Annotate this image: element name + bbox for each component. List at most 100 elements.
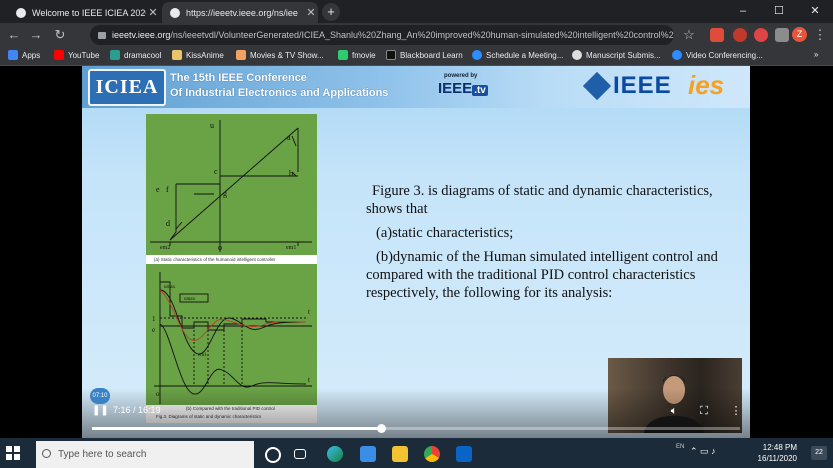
taskbar-search[interactable]: Type here to search xyxy=(36,441,254,468)
file-explorer-icon[interactable] xyxy=(392,446,408,462)
volume-icon[interactable]: 🔈︎ xyxy=(667,404,681,418)
blackboard-icon xyxy=(386,50,396,60)
label-t-bottom: t xyxy=(308,376,310,384)
label-d: d xyxy=(166,219,170,228)
conference-title-line2: Of Industrial Electronics and Applicatio… xyxy=(170,87,389,99)
slide-body-text: Figure 3. is diagrams of static and dyna… xyxy=(366,182,746,302)
dramacool-icon xyxy=(110,50,120,60)
tab-iciea-welcome[interactable]: Welcome to IEEE ICIEA 2020 ✕ xyxy=(8,2,160,23)
label-t-top: t xyxy=(308,308,310,316)
player-controls-overlay xyxy=(82,388,750,438)
pause-icon[interactable]: ❚❚ xyxy=(92,405,109,417)
label-u: u xyxy=(210,121,214,130)
label-em1: em1 xyxy=(286,245,296,251)
bookmark-video-conf[interactable]: Video Conferencing... xyxy=(672,50,763,60)
tv-badge: .tv xyxy=(472,85,488,96)
ieee-wordmark: IEEE xyxy=(613,72,672,99)
bookmark-apps[interactable]: Apps xyxy=(8,50,40,60)
bookmark-label: YouTube xyxy=(68,50,100,60)
bookmark-blackboard[interactable]: Blackboard Learn xyxy=(386,50,463,60)
bookmark-movies[interactable]: Movies & TV Show... xyxy=(236,50,324,60)
back-icon[interactable]: ← xyxy=(6,27,22,43)
arrow-a xyxy=(291,135,297,147)
error-curve xyxy=(159,323,307,395)
cortana-icon[interactable] xyxy=(265,447,281,463)
static-figure-caption: (a) Static characteristics of the humano… xyxy=(146,255,317,264)
label-a: a xyxy=(287,133,291,142)
bookmark-fmovie[interactable]: fmovie xyxy=(338,50,376,60)
ieee-logo: IEEE xyxy=(582,71,672,101)
fmovie-icon xyxy=(338,50,348,60)
time-display: 7:16 / 16:19 xyxy=(113,405,161,415)
address-bar[interactable]: ieeetv.ieee.org/ns/ieeetvdl/VolunteerGen… xyxy=(90,25,674,45)
lock-icon[interactable] xyxy=(98,32,106,39)
system-tray-icons[interactable]: ⌃ ▭ ♪ xyxy=(690,446,716,457)
zoom-icon xyxy=(472,50,482,60)
menu-icon[interactable]: ⋮ xyxy=(812,27,828,43)
bookmark-label: fmovie xyxy=(352,50,376,60)
bookmark-label: Apps xyxy=(22,50,41,60)
bookmark-manuscript[interactable]: Manuscript Submis... xyxy=(572,50,661,60)
fullscreen-icon[interactable]: ⛶ xyxy=(697,404,711,418)
clock-time: 12:48 PM xyxy=(762,443,797,452)
notification-center-icon[interactable]: 22 xyxy=(811,446,827,460)
pdf-extension-icon[interactable] xyxy=(710,28,724,42)
close-window-icon[interactable]: ✕ xyxy=(797,0,833,23)
star-icon[interactable]: ☆ xyxy=(681,27,697,43)
label-e: e xyxy=(156,185,160,194)
more-bookmarks-icon[interactable]: » xyxy=(814,50,818,59)
reload-icon[interactable]: ↻ xyxy=(52,27,68,43)
label-1: 1 xyxy=(152,315,156,323)
zoom-icon xyxy=(672,50,682,60)
bookmark-dramacool[interactable]: dramacool xyxy=(110,50,161,60)
label-umax-box: umax xyxy=(184,297,196,302)
bookmark-label: dramacool xyxy=(124,50,162,60)
seek-preview-time: 07:10 xyxy=(90,388,110,404)
puzzle-icon[interactable] xyxy=(775,28,789,42)
apps-icon xyxy=(8,50,18,60)
tab-ieeetv[interactable]: https://ieeetv.ieee.org/ns/iee ✕ xyxy=(162,2,318,23)
globe-icon xyxy=(170,7,180,18)
taskbar-clock[interactable]: 12:48 PM 16/11/2020 xyxy=(758,442,797,464)
pid-response xyxy=(159,289,307,341)
extension-icon[interactable] xyxy=(733,28,747,42)
maximize-icon[interactable]: ☐ xyxy=(761,0,797,23)
globe-icon xyxy=(16,7,26,18)
ieee-tv-text: IEEE xyxy=(438,80,473,97)
bookmark-kissanime[interactable]: KissAnime xyxy=(172,50,224,60)
language-indicator[interactable]: EN xyxy=(676,444,684,450)
edge-icon[interactable] xyxy=(327,446,343,462)
duration: 16:19 xyxy=(138,405,161,415)
seek-handle[interactable] xyxy=(377,424,386,433)
outlook-icon[interactable] xyxy=(456,446,472,462)
task-view-icon[interactable] xyxy=(294,449,306,459)
ieee-tv-logo: IEEE .tv xyxy=(438,80,488,97)
bookmark-zoom-schedule[interactable]: Schedule a Meeting... xyxy=(472,50,563,60)
kissanime-icon xyxy=(172,50,182,60)
extension-icon[interactable] xyxy=(754,28,768,42)
windows-start-icon[interactable] xyxy=(6,446,20,460)
bookmark-label: Video Conferencing... xyxy=(686,50,763,60)
more-options-icon[interactable]: ⋮ xyxy=(729,404,743,418)
mail-icon[interactable] xyxy=(360,446,376,462)
slide-paragraph-1: Figure 3. is diagrams of static and dyna… xyxy=(366,183,713,217)
tab-title: https://ieeetv.ieee.org/ns/iee xyxy=(186,7,298,18)
bookmark-youtube[interactable]: YouTube xyxy=(54,50,99,60)
ies-logo: ies xyxy=(688,70,725,100)
slide-paragraph-2: (a)static characteristics; xyxy=(376,225,514,241)
dynamic-characteristics-figure: umax umax 1 e t t em1 o xyxy=(146,264,317,405)
close-tab-icon[interactable]: ✕ xyxy=(146,6,160,19)
bookmark-label: Schedule a Meeting... xyxy=(486,50,564,60)
close-tab-icon[interactable]: ✕ xyxy=(304,6,318,19)
address-host: ieeetv.ieee.org xyxy=(112,30,171,40)
label-f: f xyxy=(166,185,169,194)
label-umax: umax xyxy=(164,285,176,290)
new-tab-button[interactable]: + xyxy=(322,3,340,21)
globe-icon xyxy=(572,50,582,60)
profile-avatar[interactable]: Z xyxy=(792,27,807,42)
chrome-icon[interactable] xyxy=(424,446,440,462)
minimize-icon[interactable]: – xyxy=(725,0,761,23)
slide-paragraph-3: (b)dynamic of the Human simulated intell… xyxy=(366,249,718,301)
label-e: e xyxy=(152,326,155,334)
forward-icon[interactable]: → xyxy=(28,27,44,43)
